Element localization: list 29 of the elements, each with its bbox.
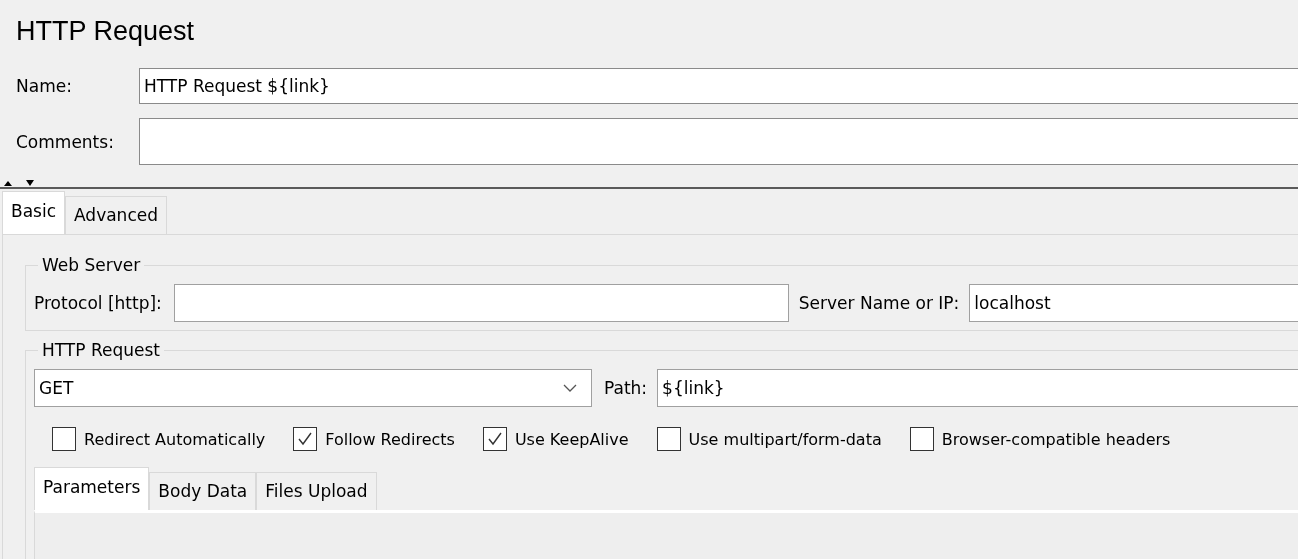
panel-title: HTTP Request — [15, 15, 196, 48]
checkbox-label: Use multipart/form-data — [688, 429, 882, 449]
checkbox[interactable] — [293, 427, 318, 451]
checkbox[interactable] — [656, 427, 681, 451]
field-label: Name: — [15, 76, 73, 96]
tab[interactable]: Body Data — [149, 472, 257, 510]
split-arrows-icon[interactable] — [1, 179, 35, 187]
checkbox[interactable] — [909, 427, 934, 451]
checkbox-label: Follow Redirects — [325, 429, 455, 449]
chevron-down-icon — [563, 384, 577, 392]
protocol-field[interactable] — [173, 284, 789, 322]
server-field[interactable]: localhost — [969, 284, 1298, 322]
tab[interactable]: Advanced — [65, 196, 167, 234]
checkbox[interactable] — [482, 427, 507, 451]
tab[interactable]: Files Upload — [256, 472, 377, 510]
method-dropdown[interactable]: GET — [34, 369, 592, 407]
comments-field[interactable] — [139, 118, 1298, 165]
field-label: Protocol [http]: — [34, 293, 162, 313]
field-label: Server Name or IP: — [798, 293, 960, 313]
checkbox-label: Browser-compatible headers — [941, 429, 1171, 449]
field-label: Path: — [604, 378, 648, 398]
tab[interactable]: Basic — [2, 191, 65, 234]
checkbox-label: Use KeepAlive — [514, 429, 629, 449]
checkbox-label: Redirect Automatically — [84, 429, 266, 449]
tab[interactable]: Parameters — [34, 467, 150, 510]
field-label: Comments: — [15, 131, 115, 152]
checkbox[interactable] — [52, 427, 76, 451]
path-field[interactable]: ${link} — [657, 369, 1298, 407]
name-field[interactable]: HTTP Request ${link} — [139, 68, 1298, 104]
